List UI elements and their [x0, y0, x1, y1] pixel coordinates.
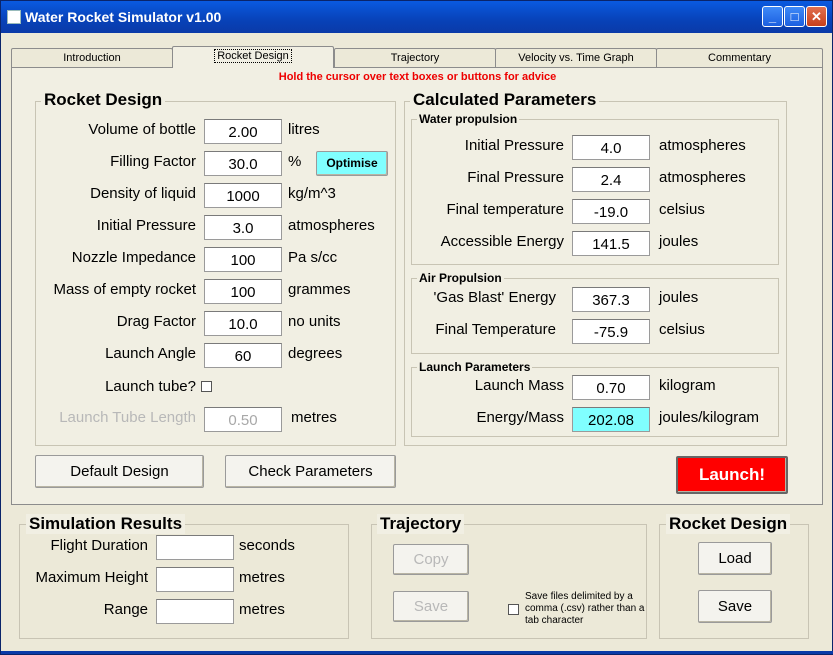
- default-design-button[interactable]: Default Design: [35, 455, 204, 488]
- rocket-design-title: Rocket Design: [41, 90, 166, 110]
- initial-pressure-input[interactable]: 3.0: [204, 215, 282, 240]
- check-parameters-button[interactable]: Check Parameters: [225, 455, 396, 488]
- water-propulsion-title: Water propulsion: [417, 112, 520, 126]
- density-input[interactable]: 1000: [204, 183, 282, 208]
- calc-accessible-energy: 141.5: [572, 231, 650, 256]
- tab-introduction[interactable]: Introduction: [11, 48, 173, 67]
- unit-label: Pa s/cc: [288, 249, 338, 266]
- calc-final-temperature: -19.0: [572, 199, 650, 224]
- unit-label: celsius: [659, 321, 705, 338]
- unit-label: litres: [288, 121, 320, 138]
- field-label: Flight Duration: [50, 537, 148, 554]
- window-title: Water Rocket Simulator v1.00: [25, 9, 222, 25]
- field-label: Mass of empty rocket: [53, 281, 196, 298]
- title-bar[interactable]: Water Rocket Simulator v1.00 _ □ ✕: [1, 1, 832, 33]
- launch-angle-input[interactable]: 60: [204, 343, 282, 368]
- unit-label: no units: [288, 313, 341, 330]
- field-label: Launch Mass: [474, 377, 564, 394]
- close-icon[interactable]: ✕: [806, 6, 827, 27]
- field-label: Density of liquid: [90, 185, 196, 202]
- unit-label: atmospheres: [288, 217, 375, 234]
- unit-label: grammes: [288, 281, 351, 298]
- unit-label: atmospheres: [659, 169, 746, 186]
- optimise-button[interactable]: Optimise: [316, 151, 388, 176]
- csv-checkbox[interactable]: [508, 604, 519, 615]
- field-label: Final Temperature: [435, 321, 556, 338]
- tab-commentary[interactable]: Commentary: [656, 48, 823, 67]
- field-label: Volume of bottle: [88, 121, 196, 138]
- calc-air-final-temperature: -75.9: [572, 319, 650, 344]
- unit-label: degrees: [288, 345, 343, 362]
- rocket-mass-input[interactable]: 100: [204, 279, 282, 304]
- csv-note-label: Save files delimited by a comma (.csv) r…: [525, 591, 645, 626]
- tab-trajectory[interactable]: Trajectory: [334, 48, 496, 67]
- field-label: Energy/Mass: [476, 409, 564, 426]
- field-label: Range: [103, 601, 148, 618]
- save-design-button[interactable]: Save: [698, 590, 772, 623]
- unit-label: atmospheres: [659, 137, 746, 154]
- unit-label: metres: [239, 569, 285, 586]
- flight-duration-output: [156, 535, 234, 560]
- field-label: Accessible Energy: [440, 233, 564, 250]
- hint-text: Hold the cursor over text boxes or butto…: [278, 71, 557, 83]
- maximum-height-output: [156, 567, 234, 592]
- window-bottom-border: [1, 651, 833, 654]
- volume-input[interactable]: 2.00: [204, 119, 282, 144]
- launch-tube-checkbox[interactable]: [201, 381, 212, 392]
- filling-factor-input[interactable]: 30.0: [204, 151, 282, 176]
- app-window: Water Rocket Simulator v1.00 _ □ ✕ Intro…: [0, 0, 833, 655]
- design-files-title: Rocket Design: [666, 514, 791, 534]
- field-label: Initial Pressure: [464, 137, 564, 154]
- unit-label: joules: [659, 233, 699, 250]
- trajectory-title: Trajectory: [377, 514, 465, 534]
- save-trajectory-button[interactable]: Save: [393, 591, 469, 622]
- tube-length-input[interactable]: 0.50: [204, 407, 282, 432]
- tab-velocity-graph[interactable]: Velocity vs. Time Graph: [495, 48, 657, 67]
- unit-label: %: [288, 153, 302, 170]
- field-label: Drag Factor: [116, 313, 196, 330]
- calculated-title: Calculated Parameters: [410, 90, 600, 110]
- range-output: [156, 599, 234, 624]
- calc-launch-mass: 0.70: [572, 375, 650, 400]
- field-label: Final temperature: [446, 201, 564, 218]
- launch-parameters-title: Launch Parameters: [417, 360, 533, 374]
- field-label: Launch Angle: [105, 345, 196, 362]
- unit-label: celsius: [659, 201, 705, 218]
- drag-factor-input[interactable]: 10.0: [204, 311, 282, 336]
- tab-rocket-design[interactable]: Rocket Design: [172, 46, 334, 68]
- field-label: 'Gas Blast' Energy: [433, 289, 556, 306]
- field-label: Maximum Height: [35, 569, 148, 586]
- nozzle-impedance-input[interactable]: 100: [204, 247, 282, 272]
- unit-label: metres: [239, 601, 285, 618]
- unit-label: seconds: [239, 537, 295, 554]
- calc-initial-pressure: 4.0: [572, 135, 650, 160]
- air-propulsion-title: Air Propulsion: [417, 271, 504, 285]
- calc-energy-per-mass: 202.08: [572, 407, 650, 432]
- copy-trajectory-button[interactable]: Copy: [393, 544, 469, 575]
- launch-button[interactable]: Launch!: [676, 456, 788, 494]
- tube-length-label: Launch Tube Length: [59, 409, 196, 426]
- unit-label: kilogram: [659, 377, 716, 394]
- unit-label: joules: [659, 289, 699, 306]
- app-icon: [7, 10, 21, 24]
- simulation-results-title: Simulation Results: [26, 514, 186, 534]
- field-label: Initial Pressure: [96, 217, 196, 234]
- minimize-icon[interactable]: _: [762, 6, 783, 27]
- launch-tube-label: Launch tube?: [105, 378, 196, 395]
- unit-label: kg/m^3: [288, 185, 336, 202]
- calc-final-pressure: 2.4: [572, 167, 650, 192]
- calc-gas-blast-energy: 367.3: [572, 287, 650, 312]
- unit-label: joules/kilogram: [659, 409, 760, 426]
- maximize-icon[interactable]: □: [784, 6, 805, 27]
- load-design-button[interactable]: Load: [698, 542, 772, 575]
- unit-label: metres: [291, 409, 337, 426]
- field-label: Filling Factor: [110, 153, 196, 170]
- field-label: Final Pressure: [467, 169, 564, 186]
- field-label: Nozzle Impedance: [71, 249, 196, 266]
